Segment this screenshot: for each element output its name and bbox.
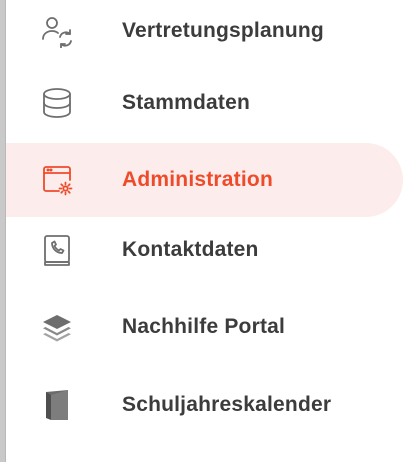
sidebar-item-label: Schuljahreskalender [122, 393, 332, 416]
sidebar-item-stammdaten[interactable]: Stammdaten [6, 66, 409, 140]
database-icon [40, 86, 74, 120]
sidebar-item-kontaktdaten[interactable]: Kontaktdaten [6, 213, 409, 287]
sidebar-item-administration[interactable]: Administration [6, 143, 403, 217]
sidebar-item-vertretungsplanung[interactable]: Vertretungsplanung [6, 0, 409, 68]
phone-contact-icon [40, 233, 74, 267]
sidebar: Vertretungsplanung Stammdaten Administra… [0, 0, 409, 462]
user-swap-icon [40, 14, 74, 48]
sidebar-item-label: Administration [122, 168, 273, 191]
sidebar-item-nachhilfe-portal[interactable]: Nachhilfe Portal [6, 290, 409, 364]
sidebar-item-label: Stammdaten [122, 91, 251, 114]
sidebar-item-label: Kontaktdaten [122, 238, 259, 261]
sidebar-item-label: Nachhilfe Portal [122, 315, 286, 338]
calendar-book-icon [40, 388, 74, 422]
sidebar-item-schuljahreskalender[interactable]: Schuljahreskalender [6, 368, 409, 442]
settings-window-icon [40, 163, 74, 197]
sidebar-item-label: Vertretungsplanung [122, 19, 324, 42]
layers-icon [40, 310, 74, 344]
